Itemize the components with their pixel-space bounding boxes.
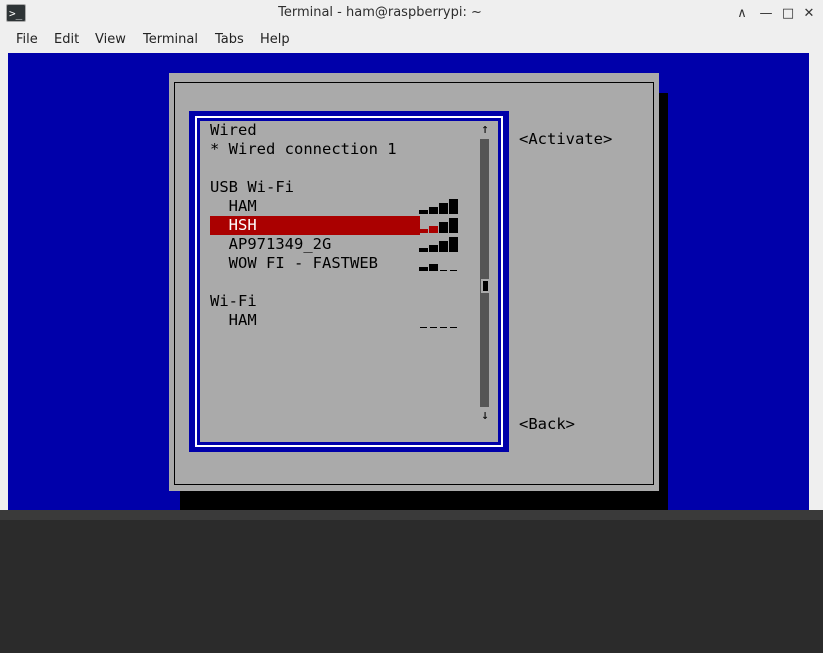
menu-terminal[interactable]: Terminal bbox=[143, 32, 198, 47]
scroll-up-arrow-icon[interactable]: ↑ bbox=[478, 122, 492, 138]
terminal-window: >_ Terminal - ham@raspberrypi: ~ ∧ — □ ✕… bbox=[0, 0, 823, 520]
close-icon[interactable]: ✕ bbox=[800, 5, 818, 23]
signal-bar bbox=[419, 229, 428, 233]
list-item-wow-fi-fastweb[interactable]: WOW FI - FASTWEB bbox=[210, 254, 378, 273]
signal-bar bbox=[429, 226, 438, 233]
signal-bar bbox=[439, 241, 448, 252]
signal-bar bbox=[439, 222, 448, 233]
signal-bar bbox=[419, 210, 428, 214]
signal-bar-empty bbox=[440, 327, 447, 328]
back-button[interactable]: <Back> bbox=[519, 415, 575, 434]
maximize-icon[interactable]: □ bbox=[779, 5, 797, 23]
collapse-icon[interactable]: ∧ bbox=[733, 5, 751, 23]
signal-bar bbox=[449, 218, 458, 233]
signal-bar-empty bbox=[450, 327, 457, 328]
menu-edit[interactable]: Edit bbox=[54, 32, 79, 47]
signal-bar bbox=[419, 248, 428, 252]
signal-bar-empty bbox=[420, 327, 427, 328]
menu-bar: File Edit View Terminal Tabs Help bbox=[0, 28, 823, 52]
signal-strength-icon bbox=[419, 197, 461, 216]
nmtui-dialog: Wired * Wired connection 1 USB Wi-Fi HAM… bbox=[169, 73, 659, 491]
section-label-wired: Wired bbox=[210, 121, 257, 139]
signal-strength-icon bbox=[419, 254, 461, 273]
connection-list-frame: Wired * Wired connection 1 USB Wi-Fi HAM… bbox=[189, 111, 509, 452]
menu-tabs[interactable]: Tabs bbox=[215, 32, 244, 47]
section-label-usb-wifi: USB Wi-Fi bbox=[210, 178, 294, 196]
signal-strength-icon bbox=[419, 216, 461, 235]
window-left-edge bbox=[0, 53, 8, 510]
list-item-hsh-selected[interactable]: HSH bbox=[210, 216, 420, 235]
scroll-down-arrow-icon[interactable]: ↓ bbox=[478, 408, 492, 424]
signal-strength-icon bbox=[419, 235, 461, 254]
activate-button[interactable]: <Activate> bbox=[519, 130, 612, 149]
signal-bar bbox=[429, 264, 438, 271]
signal-bar bbox=[429, 245, 438, 252]
minimize-icon[interactable]: — bbox=[757, 5, 775, 23]
ssid-label: HSH bbox=[228, 216, 257, 234]
list-item-ham-wifi[interactable]: HAM bbox=[210, 311, 257, 330]
desktop-background bbox=[0, 510, 823, 520]
section-label-wifi: Wi-Fi bbox=[210, 292, 257, 310]
window-title: Terminal - ham@raspberrypi: ~ bbox=[278, 5, 482, 20]
signal-strength-icon bbox=[419, 311, 461, 330]
signal-bar bbox=[449, 237, 458, 252]
list-item-ham-usb[interactable]: HAM bbox=[210, 197, 257, 216]
menu-help[interactable]: Help bbox=[260, 32, 290, 47]
list-scrollbar-track[interactable] bbox=[480, 139, 489, 407]
ssid-label: HAM bbox=[228, 311, 257, 329]
title-bar[interactable]: >_ Terminal - ham@raspberrypi: ~ ∧ — □ ✕ bbox=[0, 0, 823, 29]
signal-bar-empty bbox=[450, 270, 457, 271]
list-item-ap971349[interactable]: AP971349_2G bbox=[210, 235, 332, 254]
ssid-label: HAM bbox=[228, 197, 257, 215]
ssid-label: AP971349_2G bbox=[228, 235, 332, 253]
signal-bar-empty bbox=[430, 327, 437, 328]
connection-list[interactable]: Wired * Wired connection 1 USB Wi-Fi HAM… bbox=[200, 121, 498, 442]
connection-list-border: Wired * Wired connection 1 USB Wi-Fi HAM… bbox=[195, 116, 503, 447]
signal-bar bbox=[449, 199, 458, 214]
signal-bar bbox=[429, 207, 438, 214]
list-item-wired-connection-1[interactable]: * Wired connection 1 bbox=[210, 140, 397, 159]
ssid-label: WOW FI - FASTWEB bbox=[228, 254, 378, 272]
signal-bar bbox=[439, 203, 448, 214]
signal-bar-empty bbox=[440, 270, 447, 271]
list-scrollbar-thumb[interactable] bbox=[481, 279, 490, 293]
signal-bar bbox=[419, 267, 428, 271]
menu-file[interactable]: File bbox=[16, 32, 38, 47]
menu-view[interactable]: View bbox=[95, 32, 126, 47]
terminal-scrollbar[interactable] bbox=[809, 53, 823, 510]
